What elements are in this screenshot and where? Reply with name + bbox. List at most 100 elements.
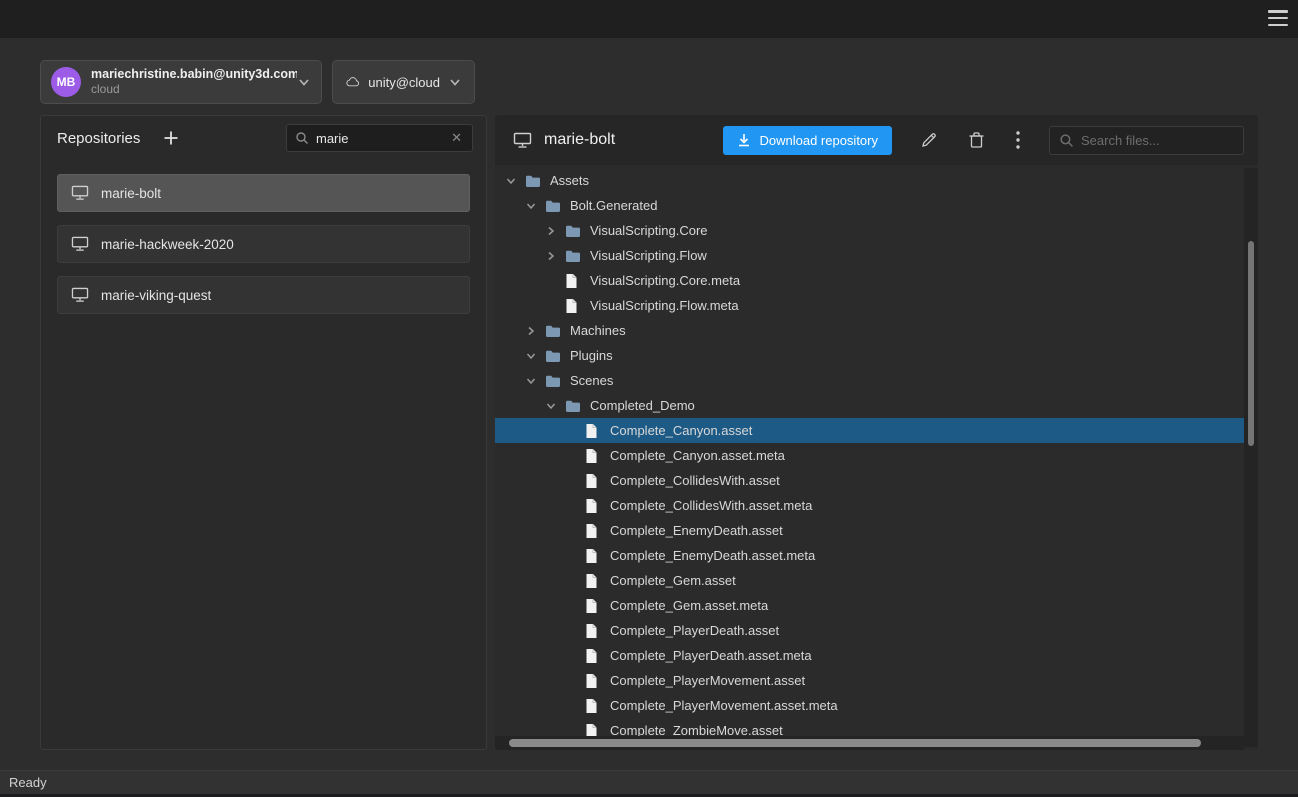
tree-item-label: VisualScripting.Flow.meta: [590, 298, 739, 313]
tree-item-label: Assets: [550, 173, 589, 188]
file-search-input[interactable]: [1081, 133, 1234, 148]
account-text: mariechristine.babin@unity3d.com cloud: [91, 67, 297, 98]
tree-item-label: Machines: [570, 323, 626, 338]
tree-row[interactable]: Complete_EnemyDeath.asset: [495, 518, 1258, 543]
tree-item-label: Complete_Canyon.asset.meta: [610, 448, 785, 463]
repository-search-box: ✕: [286, 124, 473, 152]
file-icon: [585, 548, 598, 564]
organization-selector[interactable]: unity@cloud: [332, 60, 475, 104]
tree-row[interactable]: Plugins: [495, 343, 1258, 368]
chevron-down-icon[interactable]: [505, 175, 517, 187]
repository-list: marie-bolt marie-hackweek-2020 marie-vik…: [41, 160, 486, 314]
folder-icon: [545, 349, 561, 363]
tree-row[interactable]: Complete_Canyon.asset.meta: [495, 443, 1258, 468]
repository-detail-panel: marie-bolt Download repository: [495, 115, 1258, 750]
folder-icon: [545, 374, 561, 388]
tree-row[interactable]: VisualScripting.Core.meta: [495, 268, 1258, 293]
tree-row[interactable]: Complete_PlayerMovement.asset.meta: [495, 693, 1258, 718]
avatar: MB: [51, 67, 81, 97]
edit-repository-button[interactable]: [918, 129, 940, 151]
tree-row[interactable]: Assets: [495, 168, 1258, 193]
vertical-scrollbar-track[interactable]: [1244, 168, 1258, 747]
tree-row[interactable]: VisualScripting.Flow.meta: [495, 293, 1258, 318]
chevron-right-icon[interactable]: [525, 325, 537, 337]
tree-row[interactable]: VisualScripting.Flow: [495, 243, 1258, 268]
tree-item-label: Complete_PlayerMovement.asset: [610, 673, 805, 688]
tree-row[interactable]: VisualScripting.Core: [495, 218, 1258, 243]
tree-item-label: Complete_Gem.asset: [610, 573, 736, 588]
vertical-scrollbar-thumb[interactable]: [1248, 241, 1254, 446]
download-button-label: Download repository: [759, 133, 878, 148]
tree-row[interactable]: Scenes: [495, 368, 1258, 393]
repository-name: marie-bolt: [101, 186, 161, 201]
repository-list-item[interactable]: marie-hackweek-2020: [57, 225, 470, 263]
tree-row[interactable]: Bolt.Generated: [495, 193, 1258, 218]
tree-row[interactable]: Complete_PlayerMovement.asset: [495, 668, 1258, 693]
tree-item-label: VisualScripting.Core.meta: [590, 273, 740, 288]
tree-row[interactable]: Complete_CollidesWith.asset.meta: [495, 493, 1258, 518]
tree-row[interactable]: Completed_Demo: [495, 393, 1258, 418]
tree-row[interactable]: Complete_Gem.asset: [495, 568, 1258, 593]
tree-row[interactable]: Complete_Gem.asset.meta: [495, 593, 1258, 618]
app-window: MB mariechristine.babin@unity3d.com clou…: [0, 0, 1298, 797]
repository-list-item[interactable]: marie-viking-quest: [57, 276, 470, 314]
file-tree: Assets Bolt.Generated VisualScripting.Co…: [495, 165, 1258, 750]
search-icon: [1059, 133, 1074, 148]
tree-item-label: Scenes: [570, 373, 613, 388]
chevron-down-icon: [297, 75, 311, 89]
tree-row[interactable]: Complete_CollidesWith.asset: [495, 468, 1258, 493]
download-icon: [737, 133, 751, 147]
delete-icon: [968, 131, 985, 149]
repository-search-input[interactable]: [316, 131, 449, 146]
tree-item-label: VisualScripting.Core: [590, 223, 708, 238]
tree-item-label: Complete_CollidesWith.asset: [610, 473, 780, 488]
monitor-icon: [71, 185, 89, 201]
tree-item-label: Completed_Demo: [590, 398, 695, 413]
folder-icon: [545, 199, 561, 213]
plus-icon: [162, 129, 180, 147]
tree-row[interactable]: Complete_PlayerDeath.asset.meta: [495, 643, 1258, 668]
chevron-down-icon[interactable]: [525, 375, 537, 387]
horizontal-scrollbar-track[interactable]: [495, 736, 1244, 750]
clear-search-icon[interactable]: ✕: [449, 130, 464, 146]
monitor-icon: [71, 236, 89, 252]
tree-item-label: Complete_Gem.asset.meta: [610, 598, 768, 613]
chevron-down-icon[interactable]: [545, 400, 557, 412]
organization-name: unity@cloud: [368, 75, 440, 90]
folder-icon: [545, 324, 561, 338]
monitor-icon: [71, 287, 89, 303]
folder-icon: [565, 224, 581, 238]
account-selector[interactable]: MB mariechristine.babin@unity3d.com clou…: [40, 60, 322, 104]
tree-item-label: Complete_PlayerDeath.asset: [610, 623, 779, 638]
add-repository-button[interactable]: [162, 129, 180, 147]
cloud-icon: [345, 74, 360, 90]
tree-item-label: Complete_CollidesWith.asset.meta: [610, 498, 812, 513]
file-icon: [585, 523, 598, 539]
folder-icon: [525, 174, 541, 188]
download-repository-button[interactable]: Download repository: [723, 126, 892, 155]
hamburger-menu-icon[interactable]: [1268, 10, 1288, 26]
repository-name: marie-hackweek-2020: [101, 237, 234, 252]
chevron-right-icon[interactable]: [545, 250, 557, 262]
repository-list-item[interactable]: marie-bolt: [57, 174, 470, 212]
chevron-down-icon[interactable]: [525, 200, 537, 212]
file-search-box: [1049, 126, 1244, 155]
edit-icon: [920, 131, 938, 149]
tree-row[interactable]: Complete_EnemyDeath.asset.meta: [495, 543, 1258, 568]
horizontal-scrollbar-thumb[interactable]: [509, 739, 1201, 747]
tree-item-label: Complete_EnemyDeath.asset: [610, 523, 783, 538]
chevron-down-icon[interactable]: [525, 350, 537, 362]
file-icon: [585, 448, 598, 464]
folder-icon: [565, 249, 581, 263]
more-options-button[interactable]: [1013, 128, 1023, 152]
tree-row[interactable]: Complete_Canyon.asset: [495, 418, 1258, 443]
tree-item-label: Bolt.Generated: [570, 198, 657, 213]
tree-item-label: Complete_PlayerDeath.asset.meta: [610, 648, 812, 663]
delete-repository-button[interactable]: [966, 129, 987, 151]
tree-row[interactable]: Complete_PlayerDeath.asset: [495, 618, 1258, 643]
chevron-right-icon[interactable]: [545, 225, 557, 237]
repositories-panel: Repositories ✕ marie-bolt: [40, 115, 487, 750]
repository-title: marie-bolt: [544, 131, 615, 149]
status-bar: Ready: [0, 770, 1298, 794]
tree-row[interactable]: Machines: [495, 318, 1258, 343]
